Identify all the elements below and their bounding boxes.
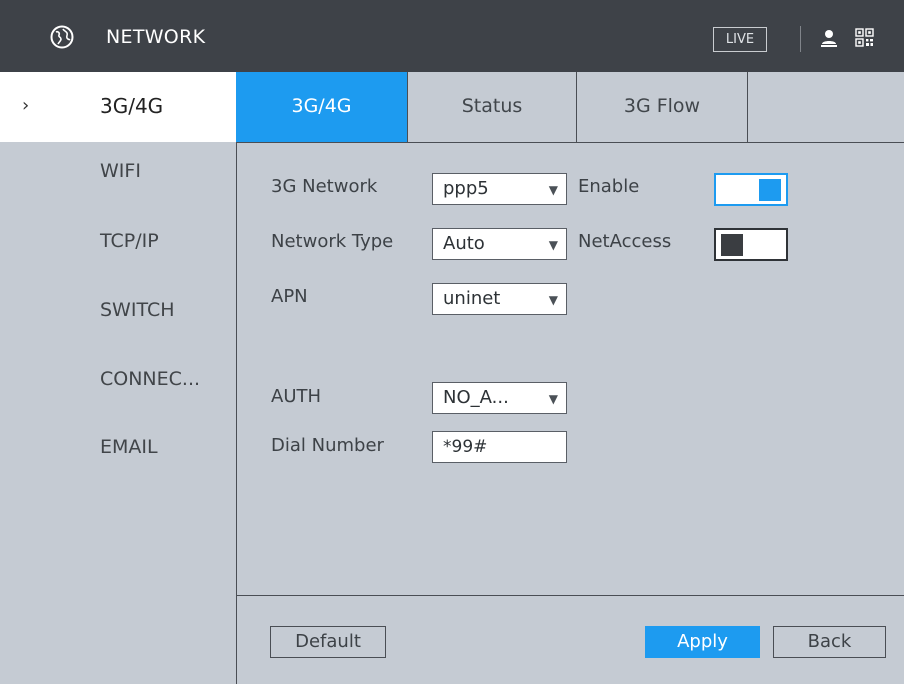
netaccess-label: NetAccess <box>578 231 672 252</box>
3g-network-value: ppp5 <box>443 178 489 199</box>
auth-select[interactable]: NO_A... ▼ <box>432 382 567 414</box>
toggle-knob <box>759 179 781 201</box>
tab-status[interactable]: Status <box>408 72 577 142</box>
user-icon[interactable] <box>821 29 837 47</box>
sidebar-item-email[interactable]: EMAIL <box>100 436 158 458</box>
sidebar-item-tcpip[interactable]: TCP/IP <box>100 230 159 252</box>
sidebar-item-3g4g[interactable]: › 3G/4G <box>0 72 236 142</box>
default-button[interactable]: Default <box>270 626 386 658</box>
dropdown-arrow-icon: ▼ <box>548 183 558 197</box>
globe-icon <box>50 25 74 49</box>
tab-3g-flow[interactable]: 3G Flow <box>577 72 748 142</box>
sidebar-item-switch[interactable]: SWITCH <box>100 299 175 321</box>
apn-select[interactable]: uninet ▼ <box>432 283 567 315</box>
sidebar-item-label: 3G/4G <box>100 94 164 118</box>
netaccess-toggle[interactable] <box>714 228 788 261</box>
3g-network-select[interactable]: ppp5 ▼ <box>432 173 567 205</box>
back-button[interactable]: Back <box>773 626 886 658</box>
dropdown-arrow-icon: ▼ <box>548 293 558 307</box>
sidebar-item-wifi[interactable]: WIFI <box>100 160 141 182</box>
header-divider <box>800 26 801 52</box>
app-title: NETWORK <box>106 26 206 48</box>
dropdown-arrow-icon: ▼ <box>548 238 558 252</box>
toggle-knob <box>721 234 743 256</box>
sidebar-item-connection[interactable]: CONNEC... <box>100 368 200 390</box>
qr-code-icon[interactable] <box>855 28 874 47</box>
sidebar: › 3G/4G WIFI TCP/IP SWITCH CONNEC... EMA… <box>0 72 236 684</box>
live-button[interactable]: LIVE <box>713 27 767 52</box>
3g-network-label: 3G Network <box>271 176 378 197</box>
top-header: NETWORK LIVE <box>0 0 904 72</box>
chevron-right-icon: › <box>22 95 30 116</box>
network-type-label: Network Type <box>271 231 394 252</box>
dial-number-label: Dial Number <box>271 435 384 456</box>
apn-value: uninet <box>443 288 501 309</box>
settings-panel: 3G Network ppp5 ▼ Enable Network Type Au… <box>236 142 904 684</box>
dial-number-input[interactable]: *99# <box>432 431 567 463</box>
network-type-select[interactable]: Auto ▼ <box>432 228 567 260</box>
apply-button[interactable]: Apply <box>645 626 760 658</box>
tab-3g4g[interactable]: 3G/4G <box>236 72 408 142</box>
auth-label: AUTH <box>271 386 322 407</box>
enable-toggle[interactable] <box>714 173 788 206</box>
network-type-value: Auto <box>443 233 485 254</box>
apn-label: APN <box>271 286 308 307</box>
tab-bar: 3G/4G Status 3G Flow <box>236 72 904 142</box>
auth-value: NO_A... <box>443 387 509 408</box>
footer-divider <box>237 595 904 596</box>
enable-label: Enable <box>578 176 640 197</box>
dropdown-arrow-icon: ▼ <box>548 392 558 406</box>
